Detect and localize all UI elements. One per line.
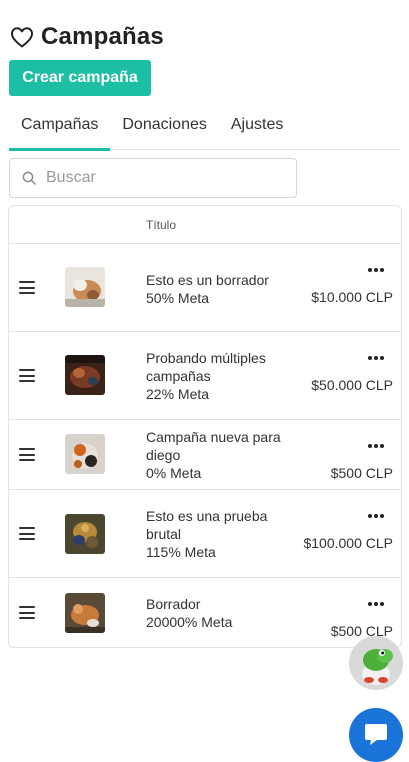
table-row[interactable]: Esto es una prueba brutal 115% Meta $100… [9, 490, 401, 578]
table-row[interactable]: Borrador 20000% Meta $500 CLP [9, 578, 401, 647]
campaign-goal: 50% Meta [146, 290, 210, 306]
column-title-header: Título [146, 218, 177, 232]
search-input[interactable] [46, 169, 266, 187]
campaign-amount: $50.000 CLP [311, 377, 393, 393]
campaign-goal: 22% Meta [146, 386, 210, 402]
campaign-title: Esto es un borrador [146, 272, 269, 288]
search-icon [22, 171, 36, 185]
drag-handle-icon[interactable] [19, 281, 35, 294]
tab-donations[interactable]: Donaciones [110, 108, 219, 150]
campaigns-table: Título Esto es un borrador 50% Meta $10.… [8, 205, 402, 648]
campaign-amount: $10.000 CLP [311, 289, 393, 305]
campaign-title: Borrador [146, 596, 201, 612]
table-row[interactable]: Esto es un borrador 50% Meta $10.000 CLP [9, 244, 401, 332]
campaign-title: Campaña nueva para diego [146, 429, 281, 463]
campaign-info: Esto es una prueba brutal 115% Meta [146, 507, 296, 561]
tab-bar: Campañas Donaciones Ajustes [9, 108, 401, 151]
more-options-icon[interactable] [368, 443, 384, 449]
table-row[interactable]: Campaña nueva para diego 0% Meta $500 CL… [9, 420, 401, 490]
campaign-thumbnail [65, 514, 105, 554]
drag-handle-icon[interactable] [19, 527, 35, 540]
search-box[interactable] [9, 158, 297, 198]
campaign-goal: 20000% Meta [146, 614, 233, 630]
campaign-title: Esto es una prueba brutal [146, 508, 268, 542]
mascot-avatar[interactable] [349, 636, 403, 690]
campaign-info: Borrador 20000% Meta [146, 595, 296, 631]
drag-handle-icon[interactable] [19, 369, 35, 382]
campaign-info: Esto es un borrador 50% Meta [146, 271, 296, 307]
tab-campaigns[interactable]: Campañas [9, 108, 111, 151]
more-options-icon[interactable] [368, 601, 384, 607]
chat-button[interactable] [349, 708, 403, 762]
campaign-info: Probando múltiples campañas 22% Meta [146, 349, 296, 403]
more-options-icon[interactable] [368, 355, 384, 361]
table-header: Título [9, 206, 401, 244]
drag-handle-icon[interactable] [19, 448, 35, 461]
campaign-title: Probando múltiples campañas [146, 350, 266, 384]
campaign-thumbnail [65, 267, 105, 307]
drag-handle-icon[interactable] [19, 606, 35, 619]
campaign-thumbnail [65, 434, 105, 474]
campaign-goal: 115% Meta [146, 544, 216, 560]
page-title: Campañas [41, 23, 164, 50]
tab-settings[interactable]: Ajustes [219, 108, 295, 150]
more-options-icon[interactable] [368, 267, 384, 273]
campaign-thumbnail [65, 593, 105, 633]
campaign-amount: $500 CLP [330, 465, 393, 481]
campaign-info: Campaña nueva para diego 0% Meta [146, 428, 296, 482]
campaign-amount: $100.000 CLP [303, 535, 393, 551]
chat-icon [365, 724, 387, 745]
page-header: Campañas [10, 22, 164, 52]
create-campaign-button[interactable]: Crear campaña [9, 60, 151, 96]
heart-icon [11, 27, 33, 48]
more-options-icon[interactable] [368, 513, 384, 519]
table-row[interactable]: Probando múltiples campañas 22% Meta $50… [9, 332, 401, 420]
campaign-thumbnail [65, 355, 105, 395]
campaign-goal: 0% Meta [146, 465, 202, 481]
